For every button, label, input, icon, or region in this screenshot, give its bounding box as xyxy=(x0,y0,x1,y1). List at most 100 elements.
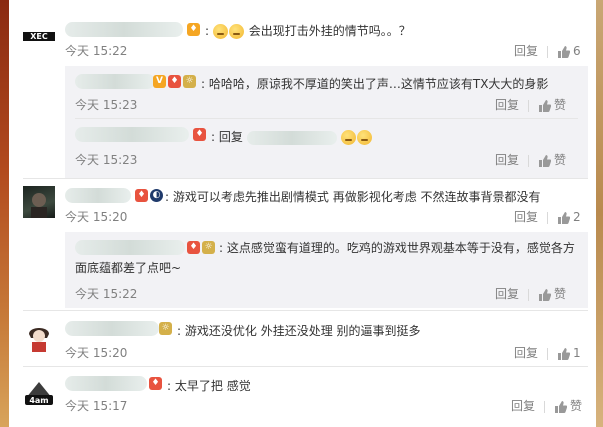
username-blurred[interactable] xyxy=(75,74,155,89)
comment-time: 今天 15:20 xyxy=(65,346,128,360)
sweat-emoji-icon xyxy=(228,24,244,39)
like-button[interactable]: 6 xyxy=(557,44,581,58)
avatar[interactable]: XEC xyxy=(23,20,55,52)
like-button[interactable]: 赞 xyxy=(554,399,582,413)
action-divider xyxy=(528,154,530,167)
colon: : xyxy=(177,324,182,338)
medal-badge-icon: ☼ xyxy=(159,321,172,335)
sweat-emoji-icon xyxy=(212,24,228,39)
like-button[interactable]: 赞 xyxy=(538,287,566,301)
background-edge-right xyxy=(596,0,603,427)
thumb-up-icon xyxy=(539,100,552,112)
username-blurred[interactable] xyxy=(75,127,189,142)
user-badges: ♦ xyxy=(193,127,208,141)
reply-actions: 回复 赞 xyxy=(495,151,566,168)
like-count: 2 xyxy=(573,210,581,224)
member-badge-icon: ♦ xyxy=(135,188,148,202)
colon: : xyxy=(167,379,172,393)
comment-time: 今天 15:22 xyxy=(65,44,128,58)
xec-logo-icon: XEC xyxy=(23,32,55,41)
reply-actions: 回复 赞 xyxy=(495,96,566,113)
thumb-up-icon xyxy=(539,155,552,167)
reply-list: V ♦ ☼ : 哈哈哈，原谅我不厚道的笑出了声…这情节应该有TX大大的身影 今天 1… xyxy=(65,66,588,178)
4am-logo-icon: 4am xyxy=(25,382,53,405)
reply-button[interactable]: 回复 xyxy=(511,399,535,413)
comment-actions: 回复 1 xyxy=(514,344,581,361)
comment-text: : 会出现打击外挂的情节吗。。？ xyxy=(205,24,411,39)
thumb-up-icon xyxy=(558,46,571,58)
comment-time: 今天 15:17 xyxy=(65,399,128,413)
comment-divider xyxy=(23,178,588,179)
user-badges: ♦ xyxy=(187,22,202,36)
action-divider xyxy=(528,288,530,301)
comment-text: : 游戏还没优化 外挂还没处理 别的逼事到挺多 xyxy=(177,324,421,338)
reply-text: : 哈哈哈，原谅我不厚道的笑出了声…这情节应该有TX大大的身影 xyxy=(201,77,549,91)
colon: : xyxy=(205,24,210,38)
username-blurred[interactable] xyxy=(65,22,183,37)
avatar[interactable]: 4am xyxy=(23,376,55,408)
laugh-emoji-icon xyxy=(356,130,372,145)
action-divider xyxy=(547,45,549,58)
comment-text: : 太早了把 感觉 xyxy=(167,379,251,393)
comment-time: 今天 15:20 xyxy=(65,210,128,224)
like-button[interactable]: 赞 xyxy=(538,153,566,167)
background-edge-left xyxy=(0,0,9,427)
thumb-up-icon xyxy=(558,348,571,360)
reply-list: ♦ ☼ : 这点感觉蛮有道理的。吃鸡的游戏世界观基本等于没有，感觉各方面底蕴都差了… xyxy=(65,232,588,308)
thumb-up-icon xyxy=(558,212,571,224)
username-blurred[interactable] xyxy=(65,188,131,203)
reply-button[interactable]: 回复 xyxy=(495,98,519,112)
reply-button[interactable]: 回复 xyxy=(495,287,519,301)
comment-divider xyxy=(23,366,588,367)
reply-button[interactable]: 回复 xyxy=(495,153,519,167)
like-count: 1 xyxy=(573,346,581,360)
member-badge-icon: ♦ xyxy=(168,74,181,88)
comment-actions: 回复 赞 xyxy=(511,397,582,414)
reply-button[interactable]: 回复 xyxy=(514,346,538,360)
comment-actions: 回复 6 xyxy=(514,42,581,59)
user-badges: V ♦ ☼ xyxy=(153,74,198,88)
like-button[interactable]: 赞 xyxy=(538,98,566,112)
comment-divider xyxy=(23,310,588,311)
like-button[interactable]: 2 xyxy=(557,210,581,224)
reply-divider xyxy=(75,118,578,119)
game-badge-icon: ◐ xyxy=(150,188,163,202)
avatar[interactable] xyxy=(23,186,55,218)
action-divider xyxy=(528,99,530,112)
verified-v-icon: V xyxy=(153,74,166,88)
like-button[interactable]: 1 xyxy=(557,346,581,360)
comment-actions: 回复 2 xyxy=(514,208,581,225)
reply-text: : 这点感觉蛮有道理的。吃鸡的游戏世界观基本等于没有，感觉各方面底蕴都差了点吧~ xyxy=(75,241,575,275)
colon: : xyxy=(219,241,224,255)
medal-badge-icon: ☼ xyxy=(183,74,196,88)
action-divider xyxy=(547,211,549,224)
reply-time: 今天 15:23 xyxy=(75,98,138,112)
user-badges: ☼ xyxy=(159,321,174,335)
reply-time: 今天 15:22 xyxy=(75,287,138,301)
avatar[interactable] xyxy=(23,320,55,352)
user-badges: ♦ ◐ xyxy=(135,188,165,202)
svg-text:XEC: XEC xyxy=(30,32,48,41)
reply-button[interactable]: 回复 xyxy=(514,210,538,224)
svg-text:4am: 4am xyxy=(29,396,48,405)
colon: : xyxy=(201,77,206,91)
user-badges: ♦ xyxy=(149,376,164,390)
username-blurred[interactable] xyxy=(65,376,147,391)
reply-text: : 回复 xyxy=(211,128,373,145)
reply-time: 今天 15:23 xyxy=(75,153,138,167)
member-badge-icon: ♦ xyxy=(187,22,200,36)
thumb-up-icon xyxy=(539,289,552,301)
person-avatar-icon xyxy=(31,193,47,218)
member-badge-icon: ♦ xyxy=(193,127,206,141)
action-divider xyxy=(544,400,546,413)
comment-panel: XEC ♦ : 会出现打击外挂的情节吗。。？ 今天 15:22 回复 6 V ♦ ☼ … xyxy=(9,0,596,427)
laugh-emoji-icon xyxy=(340,130,356,145)
thumb-up-icon xyxy=(555,401,568,413)
member-badge-icon: ♦ xyxy=(149,376,162,390)
reply-actions: 回复 赞 xyxy=(495,285,566,302)
like-count: 6 xyxy=(573,44,581,58)
reply-button[interactable]: 回复 xyxy=(514,44,538,58)
mention-blurred[interactable] xyxy=(246,130,337,145)
username-blurred[interactable] xyxy=(65,321,159,336)
person-avatar-icon xyxy=(29,328,49,352)
